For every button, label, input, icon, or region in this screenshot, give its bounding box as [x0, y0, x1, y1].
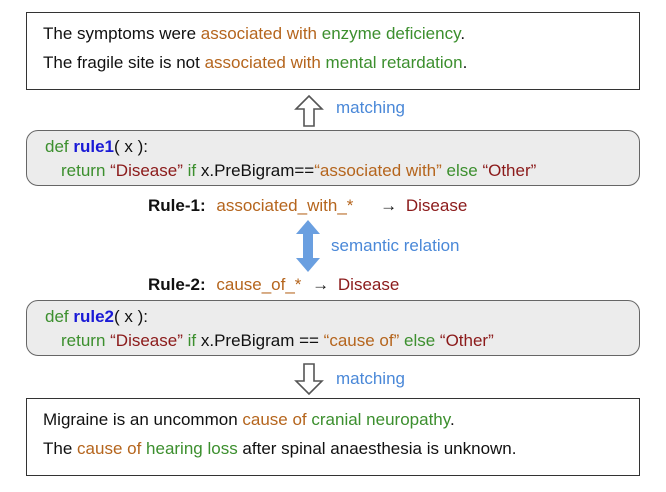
matching-label-down: matching — [336, 369, 405, 388]
sentence-1: Migraine is an uncommon cause of cranial… — [43, 410, 455, 429]
sentence-text: The symptoms were — [43, 24, 201, 43]
arrow-down-icon — [294, 363, 324, 396]
rule1-return-line: return “Disease” if x.PreBigram==“associ… — [61, 161, 536, 181]
rule2-prefix: Rule-2: — [148, 275, 206, 294]
function-name: rule2 — [73, 307, 114, 326]
rule2-pattern: cause_of_* — [216, 275, 302, 294]
condition: x.PreBigram == — [200, 331, 324, 350]
rule1-pattern: associated_with_* — [216, 196, 354, 215]
rule1-def-line: def rule1( x ): — [45, 137, 148, 157]
return-keyword: return — [61, 161, 111, 180]
function-name: rule1 — [73, 137, 114, 156]
right-arrow-icon: → — [312, 275, 330, 294]
sentence-text: The — [43, 439, 78, 458]
label-disease: “Disease” — [110, 331, 183, 350]
rule2-def-line: def rule2( x ): — [45, 307, 148, 327]
matched-sentences-box-bottom: Migraine is an uncommon cause of cranial… — [26, 398, 640, 476]
rule2-label: Rule-2: cause_of_* → Disease — [148, 275, 399, 295]
label-disease: “Disease” — [110, 161, 183, 180]
label-other: “Other” — [439, 331, 494, 350]
semantic-relation-label: semantic relation — [331, 236, 460, 255]
sentence-2: The cause of hearing loss after spinal a… — [43, 439, 517, 458]
arrow-up-icon — [294, 94, 324, 127]
bigram-string: “cause of” — [323, 331, 400, 350]
if-keyword: if — [182, 161, 201, 180]
label-other: “Other” — [482, 161, 537, 180]
else-keyword: else — [441, 161, 483, 180]
function-signature: ( x ): — [114, 137, 148, 156]
if-keyword: if — [182, 331, 201, 350]
else-keyword: else — [399, 331, 440, 350]
right-arrow-icon: → — [380, 196, 398, 215]
sentence-text: Migraine is an uncommon — [43, 410, 243, 429]
argument-phrase: mental retardation — [325, 53, 463, 72]
sentence-text: The fragile site is not — [43, 53, 205, 72]
argument-phrase: hearing loss — [146, 439, 238, 458]
rule1-code-box: def rule1( x ): return “Disease” if x.Pr… — [26, 130, 640, 186]
sentence-2: The fragile site is not associated with … — [43, 53, 468, 72]
pattern-phrase: associated with — [200, 24, 317, 43]
pattern-phrase: cause of — [77, 439, 142, 458]
function-signature: ( x ): — [114, 307, 148, 326]
return-keyword: return — [61, 331, 111, 350]
def-keyword: def — [45, 307, 74, 326]
rule1-label: Rule-1: associated_with_* → Disease — [148, 196, 467, 216]
pattern-phrase: associated with — [204, 53, 321, 72]
rule2-target: Disease — [337, 275, 400, 294]
pattern-phrase: cause of — [242, 410, 307, 429]
rule2-code-box: def rule2( x ): return “Disease” if x.Pr… — [26, 300, 640, 356]
bigram-string: “associated with” — [314, 161, 442, 180]
rule2-return-line: return “Disease” if x.PreBigram == “caus… — [61, 331, 494, 351]
matching-label-up: matching — [336, 98, 405, 117]
matched-sentences-box-top: The symptoms were associated with enzyme… — [26, 12, 640, 90]
sentence-1: The symptoms were associated with enzyme… — [43, 24, 466, 43]
argument-phrase: enzyme deficiency — [321, 24, 461, 43]
rule1-prefix: Rule-1: — [148, 196, 206, 215]
double-arrow-icon — [296, 220, 320, 272]
argument-phrase: cranial neuropathy — [311, 410, 450, 429]
condition: x.PreBigram== — [200, 161, 315, 180]
rule1-target: Disease — [405, 196, 468, 215]
def-keyword: def — [45, 137, 74, 156]
